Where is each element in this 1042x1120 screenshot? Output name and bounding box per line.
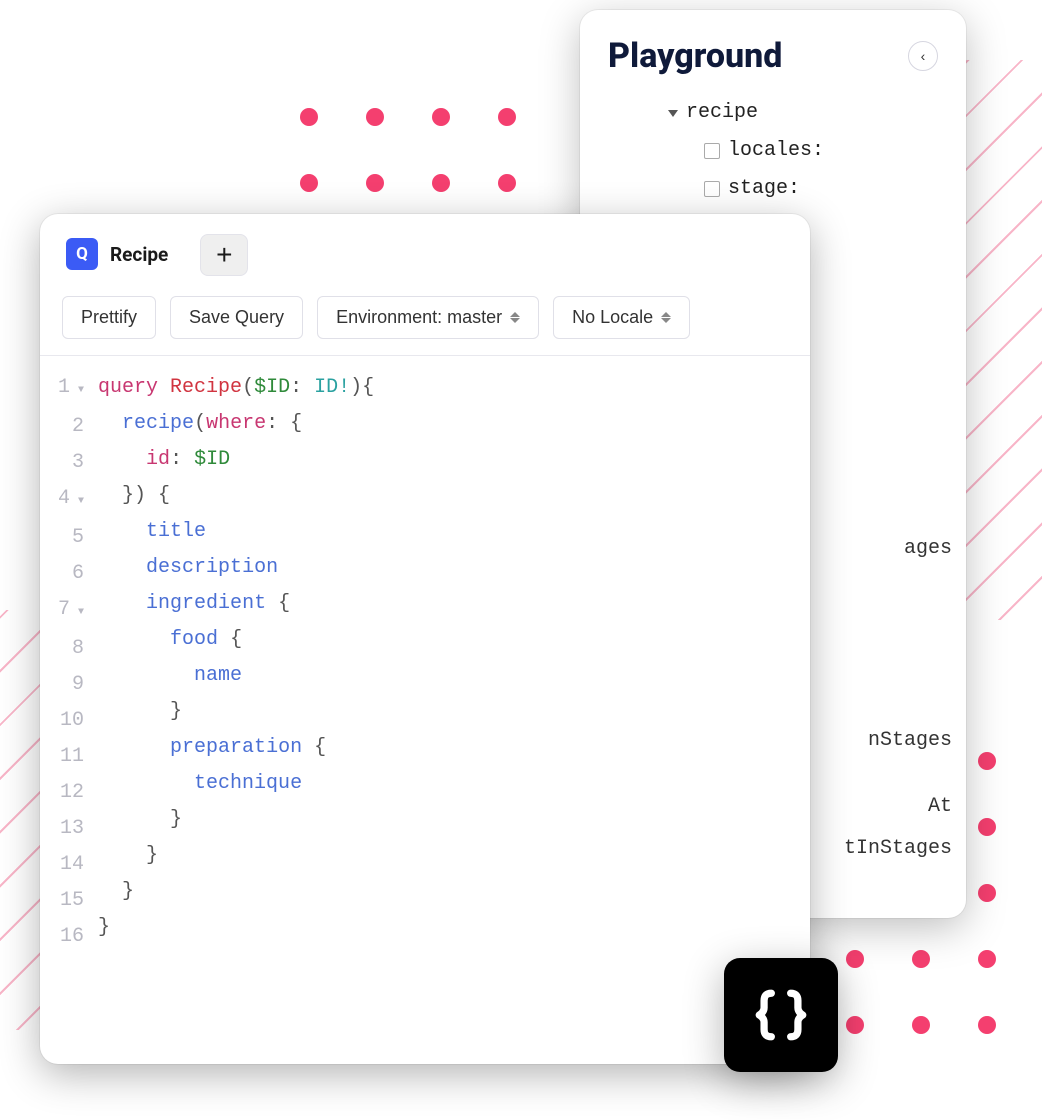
tab-label: Recipe: [110, 243, 168, 266]
tree-node-label: recipe: [686, 94, 758, 132]
sort-icon: [661, 312, 671, 323]
chevron-left-icon: ‹: [921, 48, 926, 64]
sort-icon: [510, 312, 520, 323]
decor-dots-top: [300, 108, 516, 192]
tree-peek-label: nStages: [868, 722, 952, 760]
tab-recipe[interactable]: Q Recipe: [62, 234, 182, 284]
checkbox-icon[interactable]: [704, 181, 720, 197]
plus-icon: +: [216, 239, 232, 271]
caret-down-icon: [668, 110, 678, 117]
code-editor[interactable]: query Recipe($ID: ID!){ recipe(where: { …: [92, 370, 374, 955]
add-tab-button[interactable]: +: [200, 234, 248, 276]
braces-icon: [752, 986, 810, 1044]
tree-node-recipe[interactable]: recipe: [608, 94, 938, 132]
editor-panel: Q Recipe + Prettify Save Query Environme…: [40, 214, 810, 1064]
prettify-button[interactable]: Prettify: [62, 296, 156, 339]
environment-select[interactable]: Environment: master: [317, 296, 539, 339]
tree-peek-label: At: [928, 788, 952, 826]
code-icon-card: [724, 958, 838, 1072]
locale-select[interactable]: No Locale: [553, 296, 690, 339]
save-query-button[interactable]: Save Query: [170, 296, 303, 339]
checkbox-icon[interactable]: [704, 143, 720, 159]
decor-stripes-top-right: [960, 60, 1042, 620]
tree-leaf-locales[interactable]: locales:: [608, 132, 938, 170]
collapse-button[interactable]: ‹: [908, 41, 938, 71]
tree-peek-label: tInStages: [844, 830, 952, 868]
query-badge-icon: Q: [66, 238, 98, 270]
playground-title: Playground: [608, 36, 782, 76]
environment-label: Environment: master: [336, 307, 502, 328]
tree-peek-label: ages: [904, 530, 952, 568]
tree-leaf-stage[interactable]: stage:: [608, 170, 938, 208]
tree-leaf-label: stage:: [728, 170, 800, 208]
line-number-gutter: 1 ▼234 ▼567 ▼8910111213141516: [40, 370, 92, 955]
tree-leaf-label: locales:: [728, 132, 824, 170]
locale-label: No Locale: [572, 307, 653, 328]
